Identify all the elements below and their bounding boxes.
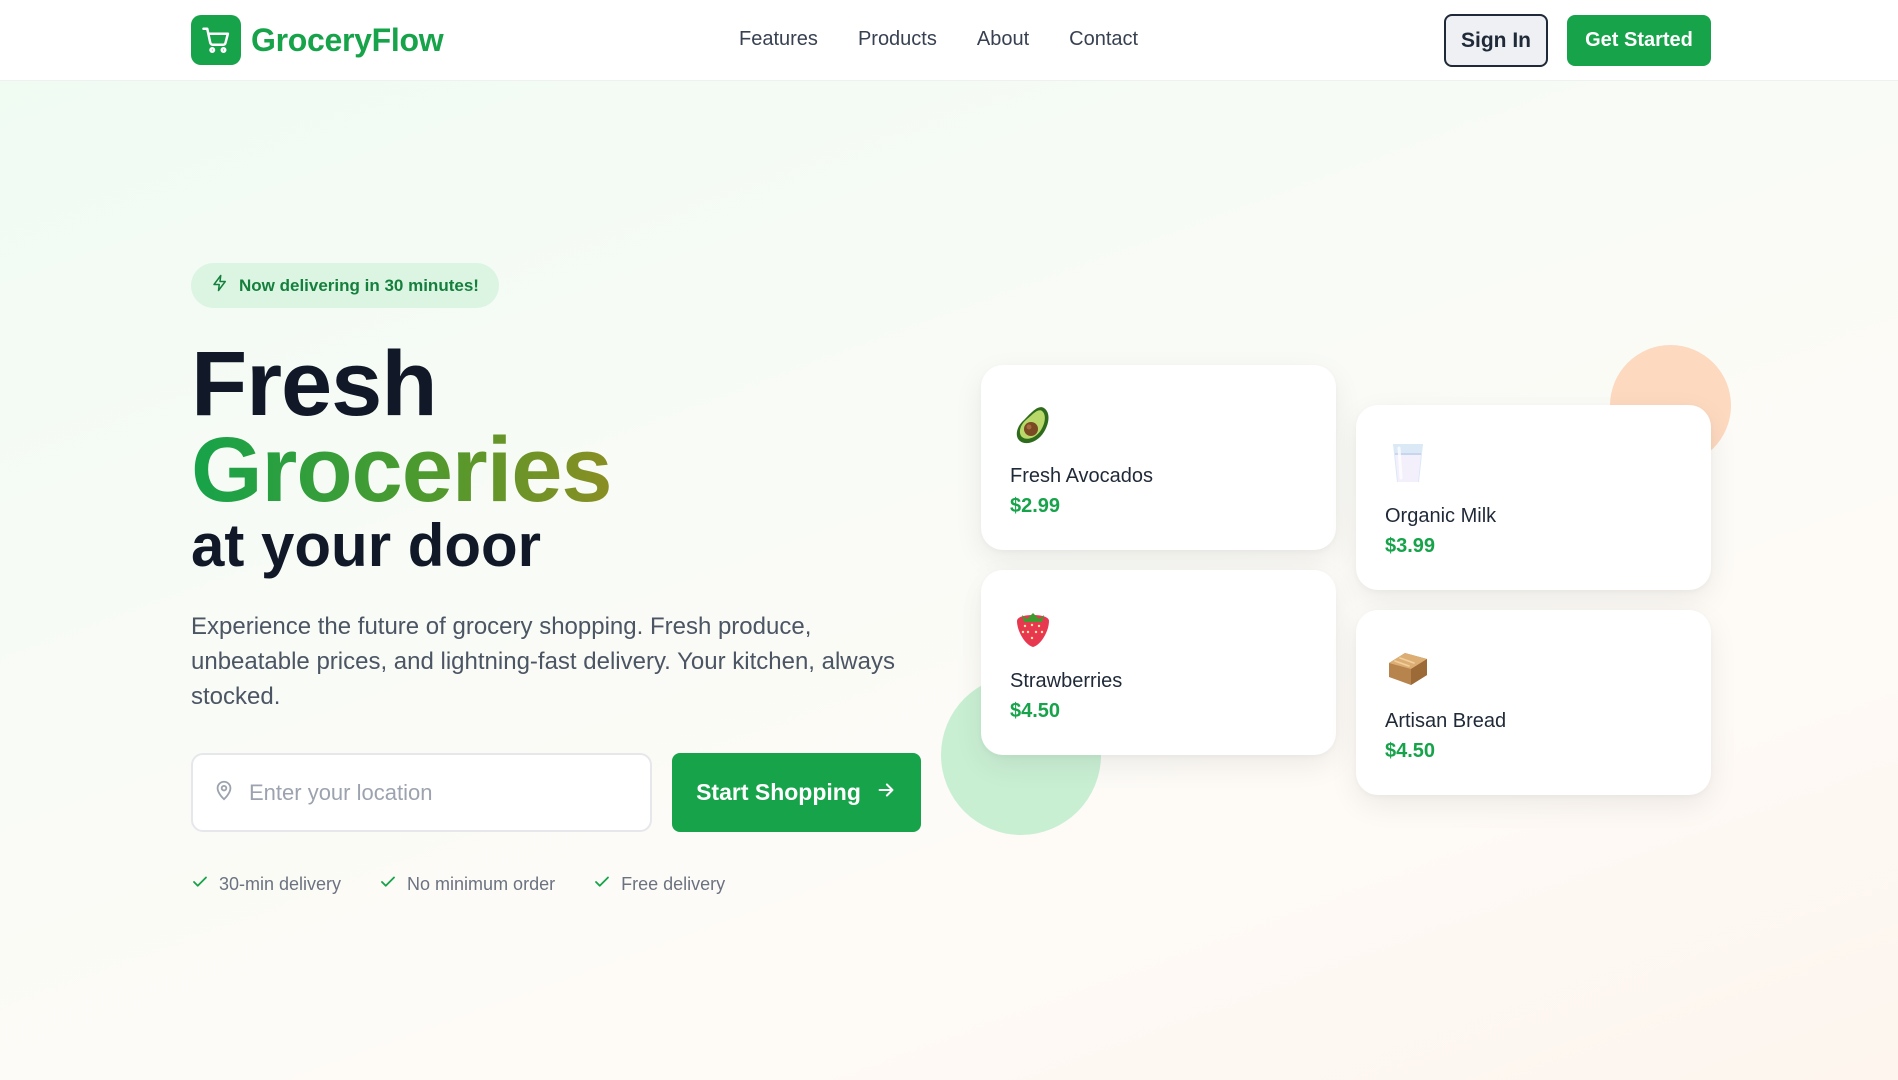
product-card-strawberries[interactable]: Strawberries $4.50 bbox=[981, 570, 1336, 755]
product-price: $3.99 bbox=[1385, 535, 1436, 557]
check-icon bbox=[191, 873, 209, 896]
hero-title-line-1: Fresh bbox=[191, 333, 438, 435]
nav-features[interactable]: Features bbox=[739, 28, 818, 51]
product-name: Fresh Avocados bbox=[1010, 465, 1154, 487]
milk-glass-icon bbox=[1385, 440, 1431, 486]
product-card-milk[interactable]: Organic Milk $3.99 bbox=[1356, 405, 1711, 590]
hero-title: Fresh Groceries at your door bbox=[191, 333, 613, 579]
badge-text: Now delivering in 30 minutes! bbox=[239, 275, 479, 295]
perks-list: 30-min delivery No minimum order Free de… bbox=[191, 873, 725, 896]
product-price: $4.50 bbox=[1385, 740, 1436, 762]
shopping-cart-icon bbox=[191, 15, 241, 65]
perk-item: No minimum order bbox=[379, 873, 555, 896]
nav-contact[interactable]: Contact bbox=[1069, 28, 1138, 51]
check-icon bbox=[379, 873, 397, 896]
arrow-right-icon bbox=[875, 779, 897, 807]
product-name: Strawberries bbox=[1010, 670, 1123, 692]
main-nav: Features Products About Contact bbox=[739, 28, 1138, 51]
hero-description: Experience the future of grocery shoppin… bbox=[191, 613, 895, 710]
site-header: GroceryFlow Features Products About Cont… bbox=[0, 0, 1898, 81]
brand-logo[interactable]: GroceryFlow bbox=[191, 15, 444, 65]
perk-item: 30-min delivery bbox=[191, 873, 341, 896]
delivery-badge: Now delivering in 30 minutes! bbox=[191, 263, 499, 308]
product-name: Organic Milk bbox=[1385, 505, 1497, 527]
get-started-button[interactable]: Get Started bbox=[1567, 15, 1711, 66]
location-input[interactable] bbox=[249, 779, 629, 806]
product-price: $2.99 bbox=[1010, 495, 1061, 517]
avocado-icon bbox=[1010, 402, 1056, 448]
start-shopping-button[interactable]: Start Shopping bbox=[672, 753, 921, 832]
bread-icon bbox=[1385, 645, 1431, 691]
brand-name: GroceryFlow bbox=[251, 21, 444, 58]
product-name: Artisan Bread bbox=[1385, 710, 1507, 732]
product-price: $4.50 bbox=[1010, 700, 1061, 722]
check-icon bbox=[593, 873, 611, 896]
hero-title-line-2: Groceries bbox=[191, 419, 613, 521]
perk-item: Free delivery bbox=[593, 873, 725, 896]
product-card-avocados[interactable]: Fresh Avocados $2.99 bbox=[981, 365, 1336, 550]
hero-title-line-3: at your door bbox=[191, 512, 542, 579]
perk-label: No minimum order bbox=[407, 874, 556, 894]
lightning-icon bbox=[211, 274, 229, 297]
nav-about[interactable]: About bbox=[977, 28, 1029, 51]
map-pin-icon bbox=[213, 779, 235, 806]
strawberry-icon bbox=[1010, 605, 1056, 651]
start-shopping-label: Start Shopping bbox=[696, 779, 861, 805]
product-card-bread[interactable]: Artisan Bread $4.50 bbox=[1356, 610, 1711, 795]
perk-label: 30-min delivery bbox=[219, 874, 342, 894]
nav-products[interactable]: Products bbox=[858, 28, 937, 51]
location-field[interactable] bbox=[191, 753, 652, 832]
sign-in-button[interactable]: Sign In bbox=[1444, 14, 1548, 67]
perk-label: Free delivery bbox=[621, 874, 726, 894]
